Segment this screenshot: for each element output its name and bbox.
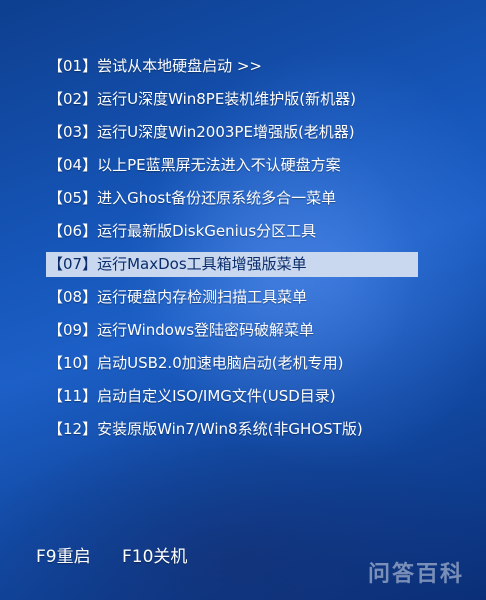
shutdown-hotkey[interactable]: F10关机 bbox=[122, 543, 187, 571]
watermark-logo: 问答百科 bbox=[367, 562, 464, 587]
footer-hotkeys: F9重启 F10关机 bbox=[36, 543, 213, 571]
menu-item-05[interactable]: 【05】进入Ghost备份还原系统多合一菜单 bbox=[46, 182, 418, 215]
menu-item-09[interactable]: 【09】运行Windows登陆密码破解菜单 bbox=[46, 314, 418, 347]
reboot-hotkey[interactable]: F9重启 bbox=[36, 543, 91, 571]
menu-item-01[interactable]: 【01】尝试从本地硬盘启动 >> bbox=[46, 50, 418, 83]
menu-item-04[interactable]: 【04】以上PE蓝黑屏无法进入不认硬盘方案 bbox=[46, 149, 418, 182]
boot-menu: 【01】尝试从本地硬盘启动 >> 【02】运行U深度Win8PE装机维护版(新机… bbox=[46, 50, 418, 446]
menu-item-03[interactable]: 【03】运行U深度Win2003PE增强版(老机器) bbox=[46, 116, 418, 149]
menu-item-10[interactable]: 【10】启动USB2.0加速电脑启动(老机专用) bbox=[46, 347, 418, 380]
menu-item-08[interactable]: 【08】运行硬盘内存检测扫描工具菜单 bbox=[46, 281, 418, 314]
menu-item-06[interactable]: 【06】运行最新版DiskGenius分区工具 bbox=[46, 215, 418, 248]
menu-item-11[interactable]: 【11】启动自定义ISO/IMG文件(USD目录) bbox=[46, 380, 418, 413]
menu-item-02[interactable]: 【02】运行U深度Win8PE装机维护版(新机器) bbox=[46, 83, 418, 116]
menu-item-07-selected[interactable]: 【07】运行MaxDos工具箱增强版菜单 bbox=[46, 252, 418, 277]
menu-item-12[interactable]: 【12】安装原版Win7/Win8系统(非GHOST版) bbox=[46, 413, 418, 446]
